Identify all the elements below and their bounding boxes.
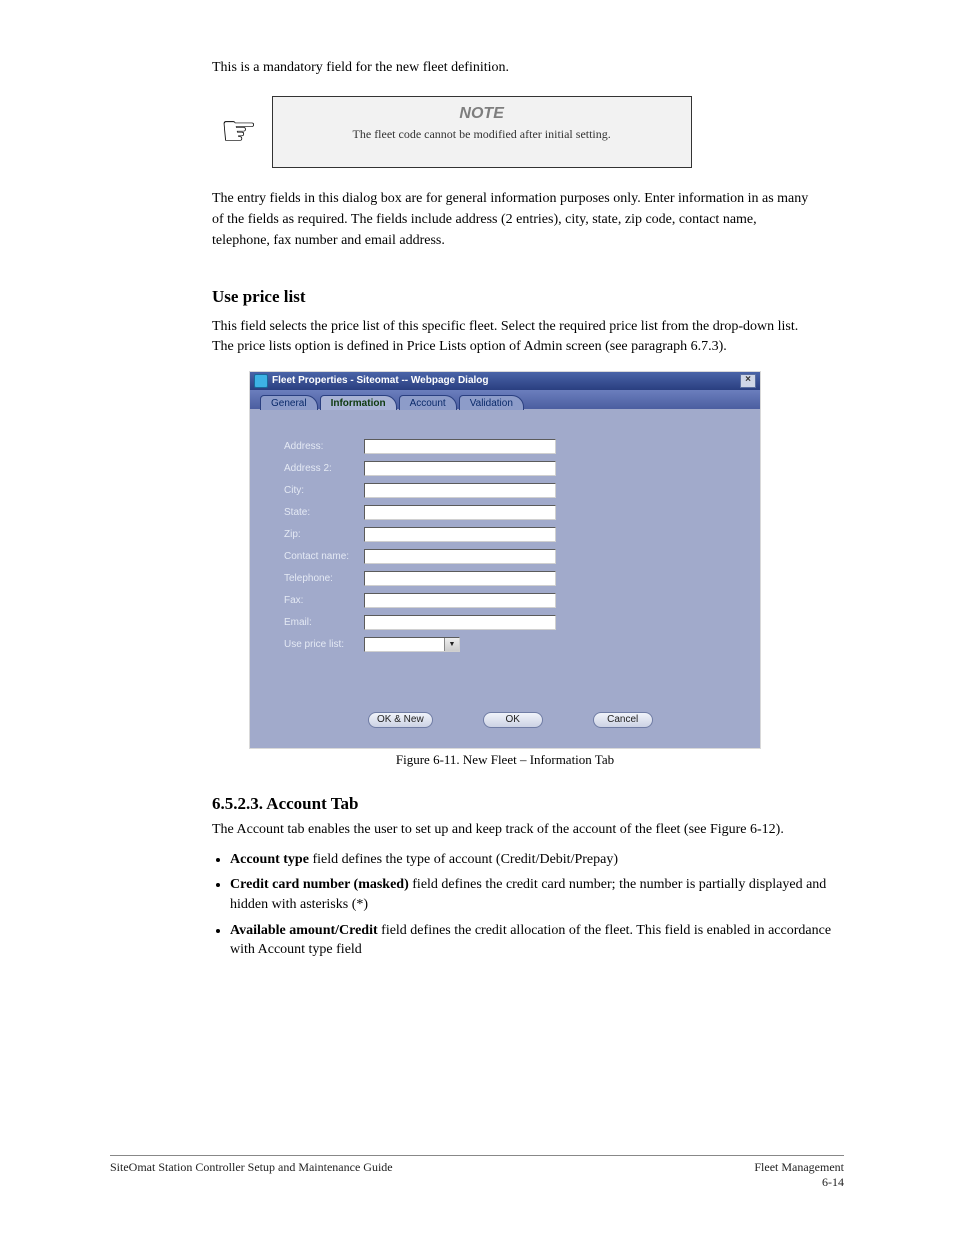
footer-page-number: 6-14 [754,1175,844,1189]
page-footer: SiteOmat Station Controller Setup and Ma… [110,1155,844,1189]
address2-field[interactable] [364,461,556,476]
information-tab-description: The entry fields in this dialog box are … [212,188,812,251]
fax-field[interactable] [364,593,556,608]
email-field[interactable] [364,615,556,630]
zip-field[interactable] [364,527,556,542]
use-price-list-heading: Use price list [212,287,844,307]
tab-general[interactable]: General [260,395,318,410]
tab-information[interactable]: Information [320,395,397,410]
price-list-select[interactable]: ▼ [364,637,460,652]
dialog-button-row: OK & New OK Cancel [268,712,742,728]
cancel-button[interactable]: Cancel [593,712,653,728]
use-price-list-description: This field selects the price list of thi… [212,317,812,358]
chevron-down-icon[interactable]: ▼ [444,638,459,651]
account-tab-intro: The Account tab enables the user to set … [212,820,832,840]
account-tab-section: 6.5.2.3. Account Tab The Account tab ena… [212,794,832,960]
intro-text: This is a mandatory field for the new fl… [212,60,844,76]
credit-card-label: Credit card number (masked) [230,877,409,892]
footer-section-name: Fleet Management [754,1160,844,1174]
footer-right: Fleet Management 6-14 [754,1160,844,1189]
contact-field[interactable] [364,549,556,564]
state-field[interactable] [364,505,556,520]
address2-label: Address 2: [268,463,364,474]
dialog-titlebar: Fleet Properties - Siteomat -- Webpage D… [250,372,760,390]
ok-new-button[interactable]: OK & New [368,712,433,728]
list-item: Account type field defines the type of a… [230,850,832,870]
zip-label: Zip: [268,529,364,540]
email-label: Email: [268,617,364,628]
ie-icon [254,374,268,388]
city-field[interactable] [364,483,556,498]
dialog-title: Fleet Properties - Siteomat -- Webpage D… [272,375,489,386]
note-body: The fleet code cannot be modified after … [285,127,679,143]
telephone-label: Telephone: [268,573,364,584]
list-item: Credit card number (masked) field define… [230,875,832,914]
available-amount-label: Available amount/Credit [230,923,378,938]
price-list-label: Use price list: [268,639,364,650]
dialog-tabstrip: General Information Account Validation [250,390,760,409]
state-label: State: [268,507,364,518]
ok-button[interactable]: OK [483,712,543,728]
tab-validation[interactable]: Validation [459,395,524,410]
list-item: Available amount/Credit field defines th… [230,921,832,960]
fleet-properties-dialog: Fleet Properties - Siteomat -- Webpage D… [250,372,760,748]
close-icon[interactable]: × [740,374,756,388]
footer-left: SiteOmat Station Controller Setup and Ma… [110,1160,393,1175]
address-field[interactable] [364,439,556,454]
telephone-field[interactable] [364,571,556,586]
figure-caption: Figure 6-11. New Fleet – Information Tab [250,752,760,768]
fax-label: Fax: [268,595,364,606]
note-row: ☞ NOTE The fleet code cannot be modified… [220,96,844,168]
tab-account[interactable]: Account [399,395,457,410]
city-label: City: [268,485,364,496]
account-type-label: Account type [230,852,309,867]
note-box: NOTE The fleet code cannot be modified a… [272,96,692,168]
note-title: NOTE [285,105,679,123]
page-root: This is a mandatory field for the new fl… [0,0,954,1235]
pointing-hand-icon: ☞ [220,111,258,153]
account-tab-heading: 6.5.2.3. Account Tab [212,794,832,814]
address-label: Address: [268,441,364,452]
contact-label: Contact name: [268,551,364,562]
dialog-body: Address: Address 2: City: State: Zip: Co… [250,409,760,748]
account-field-list: Account type field defines the type of a… [212,850,832,960]
